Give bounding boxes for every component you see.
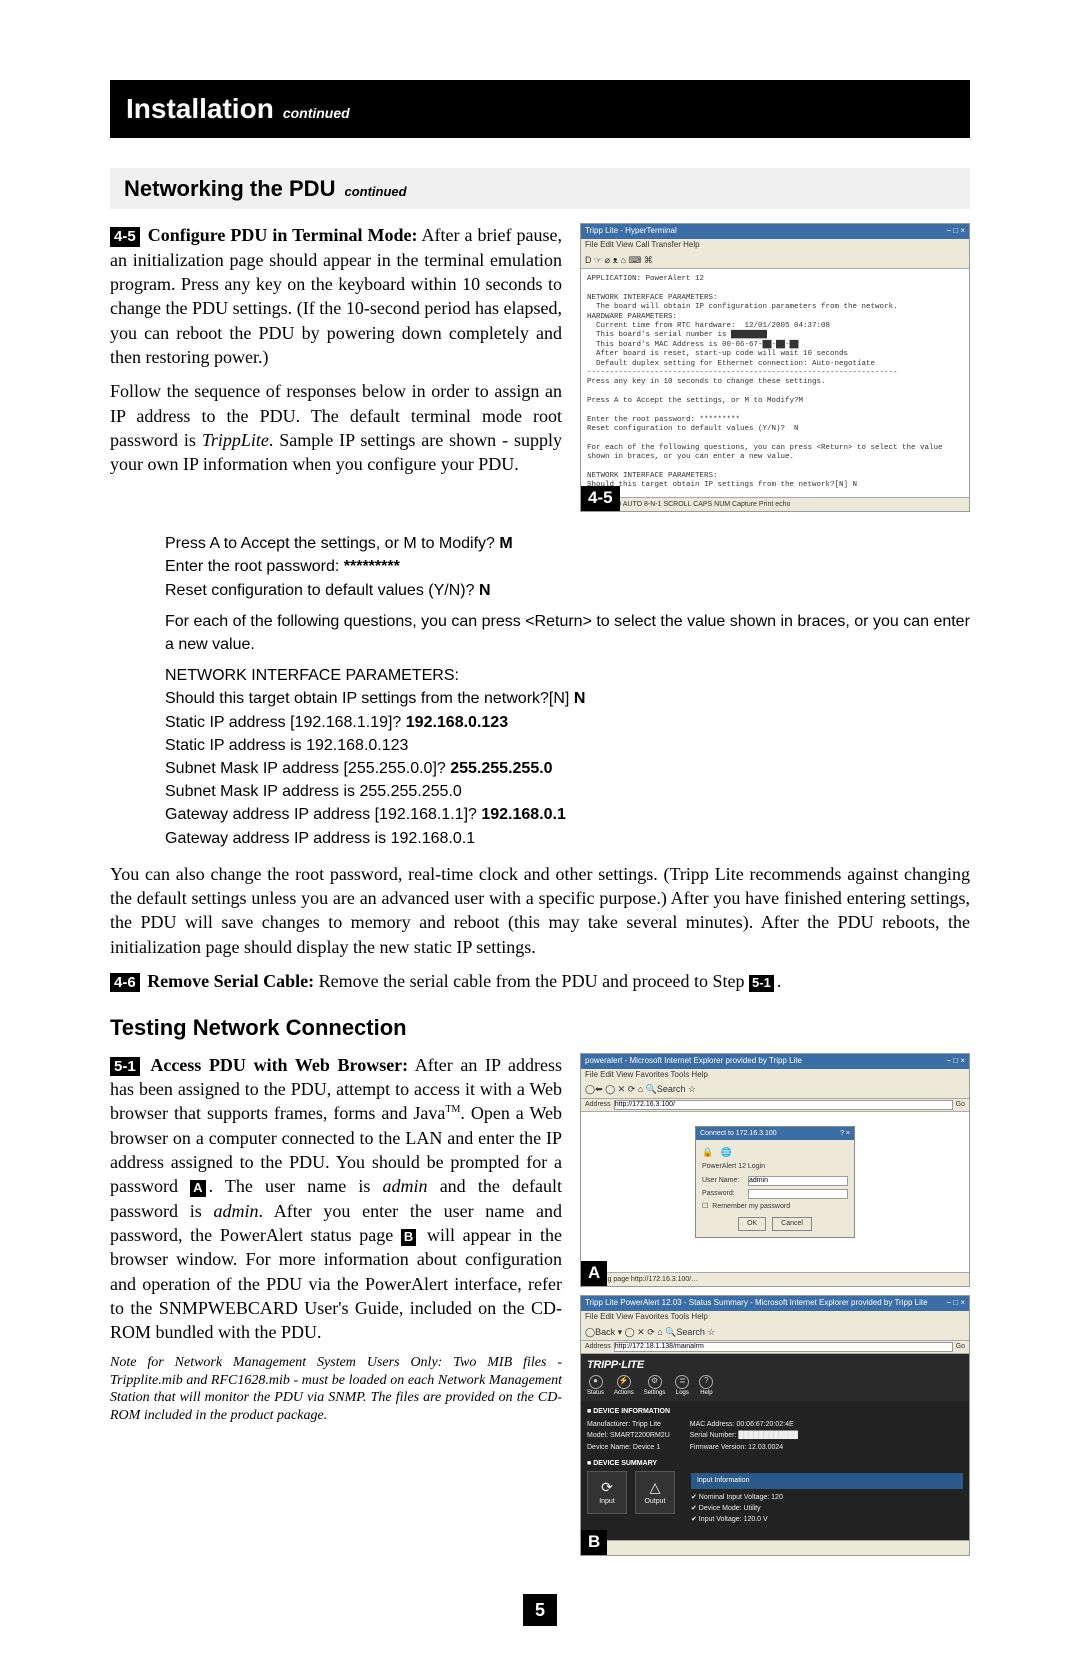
- note-mib-files: Note for Network Management System Users…: [110, 1354, 562, 1424]
- browser-a-address-bar: Address Go: [581, 1099, 969, 1112]
- browser-a-titlebar: poweralert - Microsoft Internet Explorer…: [581, 1054, 969, 1069]
- input-info-header: Input Information: [691, 1473, 963, 1488]
- section-testing-heading: Testing Network Connection: [110, 1013, 970, 1043]
- step-4-6-paragraph: 4-6 Remove Serial Cable: Remove the seri…: [110, 969, 970, 993]
- window-controls-icon: − □ ×: [946, 1298, 965, 1309]
- section-networking-continued: continued: [344, 184, 406, 199]
- step-4-5-paragraph-1: 4-5 Configure PDU in Terminal Mode: Afte…: [110, 223, 562, 369]
- terminal-transcript: Press A to Accept the settings, or M to …: [165, 532, 970, 849]
- nav-settings-icon[interactable]: ⚙Settings: [644, 1375, 666, 1397]
- terminal-status: 0:47 VT100 AUTO 8-N-1 SCROLL CAPS NUM Ca…: [581, 497, 969, 511]
- terminal-titlebar: Tripp Lite - HyperTerminal − □ ×: [581, 224, 969, 239]
- step-4-5-body: After a brief pause, an initialization p…: [110, 225, 562, 366]
- section-networking-header: Networking the PDU continued: [110, 168, 970, 210]
- step-5-1-row: 5-1 Access PDU with Web Browser: After a…: [110, 1053, 970, 1564]
- terminal-menu: File Edit View Call Transfer Help: [581, 239, 969, 252]
- summary-input-card[interactable]: ⟳Input: [587, 1471, 627, 1513]
- step-5-1-bold: Access PDU with Web Browser:: [150, 1055, 408, 1075]
- address-input[interactable]: [614, 1342, 953, 1352]
- screenshot-4-5-terminal: Tripp Lite - HyperTerminal − □ × File Ed…: [580, 223, 970, 512]
- browser-a-body: Connect to 172.16.3.100 ? × 🔒 🌐 PowerAle…: [581, 1112, 969, 1272]
- browser-b-status: Done: [581, 1540, 969, 1554]
- badge-4-5: 4-5: [110, 227, 140, 247]
- tripplite-logo: TRIPP·LITE: [587, 1358, 963, 1373]
- go-button[interactable]: Go: [956, 1100, 965, 1109]
- password-input[interactable]: [748, 1189, 848, 1199]
- checkbox-icon[interactable]: ☐: [702, 1202, 708, 1211]
- summary-output-card[interactable]: △Output: [635, 1471, 675, 1513]
- nav-logs-icon[interactable]: ≣Logs: [675, 1375, 689, 1397]
- username-input[interactable]: [748, 1176, 848, 1186]
- screenshot-a-login: poweralert - Microsoft Internet Explorer…: [580, 1053, 970, 1287]
- window-controls-icon: − □ ×: [946, 1056, 965, 1067]
- device-info-heading: ■ DEVICE INFORMATION: [587, 1407, 963, 1416]
- default-password: TrippLite: [202, 430, 269, 450]
- page-header-bar: Installation continued: [110, 80, 970, 138]
- browser-a-toolbar: ◯⬅ ◯ ✕ ⟳ ⌂ 🔍Search ☆: [581, 1081, 969, 1098]
- step-4-5-paragraph-2: Follow the sequence of responses below i…: [110, 379, 562, 476]
- poweralert-body: ■ DEVICE INFORMATION Manufacturer: Tripp…: [581, 1401, 969, 1540]
- header-continued: continued: [283, 105, 350, 121]
- cancel-button[interactable]: Cancel: [772, 1217, 812, 1230]
- terminal-toolbar: D ☞ ⌀ ᴥ ⌂ ⌨ ⌘: [581, 252, 969, 269]
- badge-a-inline: A: [190, 1180, 205, 1197]
- browser-a-status: Opening page http://172.16.3.100/…: [581, 1272, 969, 1286]
- header-title: Installation: [126, 93, 274, 124]
- badge-5-1-inline: 5-1: [749, 975, 774, 992]
- terminal-body: APPLICATION: PowerAlert 12 NETWORK INTER…: [581, 269, 969, 497]
- badge-4-6: 4-6: [110, 973, 140, 993]
- badge-b-inline: B: [401, 1229, 416, 1246]
- go-button[interactable]: Go: [956, 1342, 965, 1351]
- trademark-tm: TM: [445, 1104, 460, 1115]
- device-summary-heading: ■ DEVICE SUMMARY: [587, 1459, 963, 1468]
- screenshot-b-poweralert: Tripp Lite PowerAlert 12.03 - Status Sum…: [580, 1295, 970, 1556]
- nav-help-icon[interactable]: ?Help: [699, 1375, 713, 1397]
- page-number: 5: [110, 1594, 970, 1626]
- nav-actions-icon[interactable]: ⚡Actions: [614, 1375, 634, 1397]
- nav-status-icon[interactable]: ●Status: [587, 1375, 604, 1397]
- browser-a-menu: File Edit View Favorites Tools Help: [581, 1069, 969, 1082]
- browser-b-menu: File Edit View Favorites Tools Help: [581, 1311, 969, 1324]
- section-networking-title: Networking the PDU: [124, 176, 335, 201]
- browser-b-titlebar: Tripp Lite PowerAlert 12.03 - Status Sum…: [581, 1296, 969, 1311]
- help-close-icon: ? ×: [840, 1129, 850, 1138]
- window-controls-icon: − □ ×: [946, 226, 965, 237]
- step-4-5-row: 4-5 Configure PDU in Terminal Mode: Afte…: [110, 223, 970, 520]
- screenshot-label-4-5: 4-5: [581, 486, 620, 511]
- address-input[interactable]: [614, 1100, 953, 1110]
- browser-b-toolbar: ◯Back ▾ ◯ ✕ ⟳ ⌂ 🔍Search ☆: [581, 1324, 969, 1341]
- step-4-5-bold: Configure PDU in Terminal Mode:: [148, 225, 418, 245]
- screenshot-label-a: A: [581, 1261, 607, 1286]
- badge-5-1: 5-1: [110, 1057, 140, 1077]
- poweralert-header: TRIPP·LITE ●Status ⚡Actions ⚙Settings ≣L…: [581, 1354, 969, 1401]
- screenshot-label-b: B: [581, 1530, 607, 1555]
- ok-button[interactable]: OK: [738, 1217, 766, 1230]
- browser-b-address-bar: Address Go: [581, 1341, 969, 1354]
- step-5-1-paragraph: 5-1 Access PDU with Web Browser: After a…: [110, 1053, 562, 1345]
- step-4-6-bold: Remove Serial Cable:: [147, 971, 314, 991]
- after-terminal-paragraph: You can also change the root password, r…: [110, 862, 970, 959]
- login-dialog: Connect to 172.16.3.100 ? × 🔒 🌐 PowerAle…: [695, 1126, 855, 1238]
